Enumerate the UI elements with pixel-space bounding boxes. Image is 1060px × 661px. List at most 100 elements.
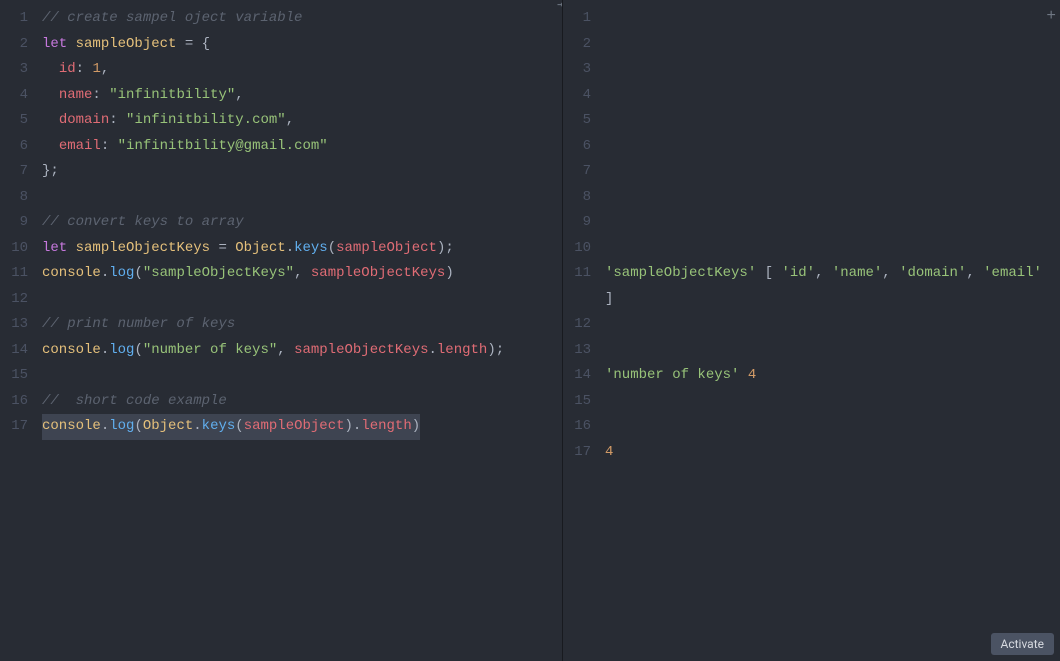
code-line[interactable]: // short code example	[42, 389, 552, 415]
token: ,	[286, 112, 294, 128]
code-line[interactable]: id: 1,	[42, 57, 552, 83]
line-number: 5	[563, 108, 591, 134]
output-pane: + 1234567891011121314151617 'sampleObjec…	[563, 0, 1060, 661]
token: ,	[882, 265, 899, 281]
code-line[interactable]	[42, 363, 552, 389]
code-editor-pane[interactable]: 1234567891011121314151617 // create samp…	[0, 0, 563, 661]
line-number: 11	[0, 261, 28, 287]
line-number: 9	[0, 210, 28, 236]
line-number: 2	[563, 32, 591, 58]
line-number: 5	[0, 108, 28, 134]
token: ,	[101, 61, 109, 77]
code-line	[605, 185, 1050, 211]
token: (	[134, 265, 142, 281]
line-number: 8	[563, 185, 591, 211]
token: keys	[294, 240, 328, 256]
token: ;	[445, 240, 453, 256]
code-line[interactable]: let sampleObject = {	[42, 32, 552, 58]
line-number: 3	[0, 57, 28, 83]
token: "infinitbility.com"	[126, 112, 286, 128]
code-line: 'sampleObjectKeys' [ 'id', 'name', 'doma…	[605, 261, 1050, 312]
token: // create sampel oject variable	[42, 10, 302, 26]
line-number: 6	[0, 134, 28, 160]
token: .	[193, 418, 201, 434]
code-line	[605, 312, 1050, 338]
code-line: 'number of keys' 4	[605, 363, 1050, 389]
code-line	[605, 57, 1050, 83]
line-number: 17	[0, 414, 28, 440]
token: log	[109, 265, 134, 281]
code-line[interactable]: name: "infinitbility",	[42, 83, 552, 109]
line-number: 14	[0, 338, 28, 364]
line-number: 13	[0, 312, 28, 338]
code-area[interactable]: 1234567891011121314151617 // create samp…	[0, 0, 562, 440]
line-number: 4	[563, 83, 591, 109]
token: sampleObjectKeys	[294, 342, 428, 358]
token: =	[218, 240, 226, 256]
token	[739, 367, 747, 383]
token: Object	[235, 240, 285, 256]
line-number: 9	[563, 210, 591, 236]
code-line[interactable]	[42, 287, 552, 313]
code-line[interactable]	[42, 185, 552, 211]
token: ,	[815, 265, 832, 281]
line-number: 15	[563, 389, 591, 415]
code-line[interactable]: };	[42, 159, 552, 185]
line-number: 12	[0, 287, 28, 313]
token: )	[487, 342, 495, 358]
code-line[interactable]: domain: "infinitbility.com",	[42, 108, 552, 134]
line-number: 16	[0, 389, 28, 415]
code-line	[605, 83, 1050, 109]
line-number	[563, 287, 591, 313]
token: "infinitbility"	[109, 87, 235, 103]
token: 'name'	[832, 265, 882, 281]
gutter-right: 1234567891011121314151617	[563, 6, 605, 465]
gutter-left: 1234567891011121314151617	[0, 6, 42, 440]
code-line[interactable]: // print number of keys	[42, 312, 552, 338]
output-area: 1234567891011121314151617 'sampleObjectK…	[563, 0, 1060, 465]
token	[42, 87, 59, 103]
token	[756, 265, 764, 281]
code-line[interactable]: email: "infinitbility@gmail.com"	[42, 134, 552, 160]
code-line[interactable]: // convert keys to array	[42, 210, 552, 236]
token: 'email'	[983, 265, 1042, 281]
token: log	[109, 342, 134, 358]
line-number: 10	[563, 236, 591, 262]
token: "sampleObjectKeys"	[143, 265, 294, 281]
code-line[interactable]: console.log("number of keys", sampleObje…	[42, 338, 552, 364]
code-left[interactable]: // create sampel oject variable let sampl…	[42, 6, 562, 440]
token: log	[109, 418, 134, 434]
add-icon[interactable]: +	[1046, 8, 1056, 24]
code-line[interactable]: console.log("sampleObjectKeys", sampleOb…	[42, 261, 552, 287]
token: sampleObjectKeys	[76, 240, 210, 256]
code-line[interactable]: // create sampel oject variable	[42, 6, 552, 32]
token	[109, 138, 117, 154]
token: keys	[202, 418, 236, 434]
token: )	[412, 418, 420, 434]
token: "infinitbility@gmail.com"	[118, 138, 328, 154]
code-line	[605, 338, 1050, 364]
token: ,	[235, 87, 243, 103]
token: console	[42, 265, 101, 281]
token: :	[109, 112, 117, 128]
token: length	[361, 418, 411, 434]
token: .	[429, 342, 437, 358]
line-number: 15	[0, 363, 28, 389]
line-number: 10	[0, 236, 28, 262]
code-line	[605, 236, 1050, 262]
token: email	[59, 138, 101, 154]
token: .	[101, 265, 109, 281]
code-line	[605, 134, 1050, 160]
token	[302, 265, 310, 281]
line-number: 3	[563, 57, 591, 83]
token: // short code example	[42, 393, 227, 409]
token: Object	[143, 418, 193, 434]
token: :	[76, 61, 84, 77]
token: (	[328, 240, 336, 256]
token: id	[59, 61, 76, 77]
code-line[interactable]: let sampleObjectKeys = Object.keys(sampl…	[42, 236, 552, 262]
code-line	[605, 414, 1050, 440]
activate-button[interactable]: Activate	[991, 633, 1055, 655]
token: 4	[748, 367, 756, 383]
code-line[interactable]: console.log(Object.keys(sampleObject).le…	[42, 414, 552, 440]
